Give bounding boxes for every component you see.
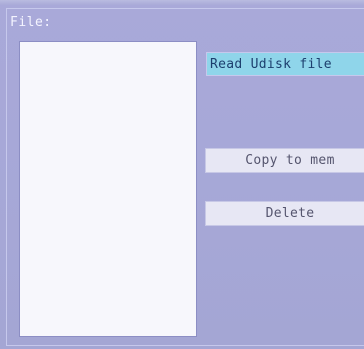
file-screen: File: Read Udisk file Copy to mem Delete bbox=[0, 0, 364, 349]
delete-button[interactable]: Delete bbox=[205, 201, 364, 226]
file-label: File: bbox=[10, 15, 52, 30]
top-edge bbox=[0, 0, 364, 5]
read-udisk-file-button[interactable]: Read Udisk file bbox=[206, 52, 364, 76]
copy-to-mem-button[interactable]: Copy to mem bbox=[205, 148, 364, 173]
file-list[interactable] bbox=[19, 41, 197, 337]
